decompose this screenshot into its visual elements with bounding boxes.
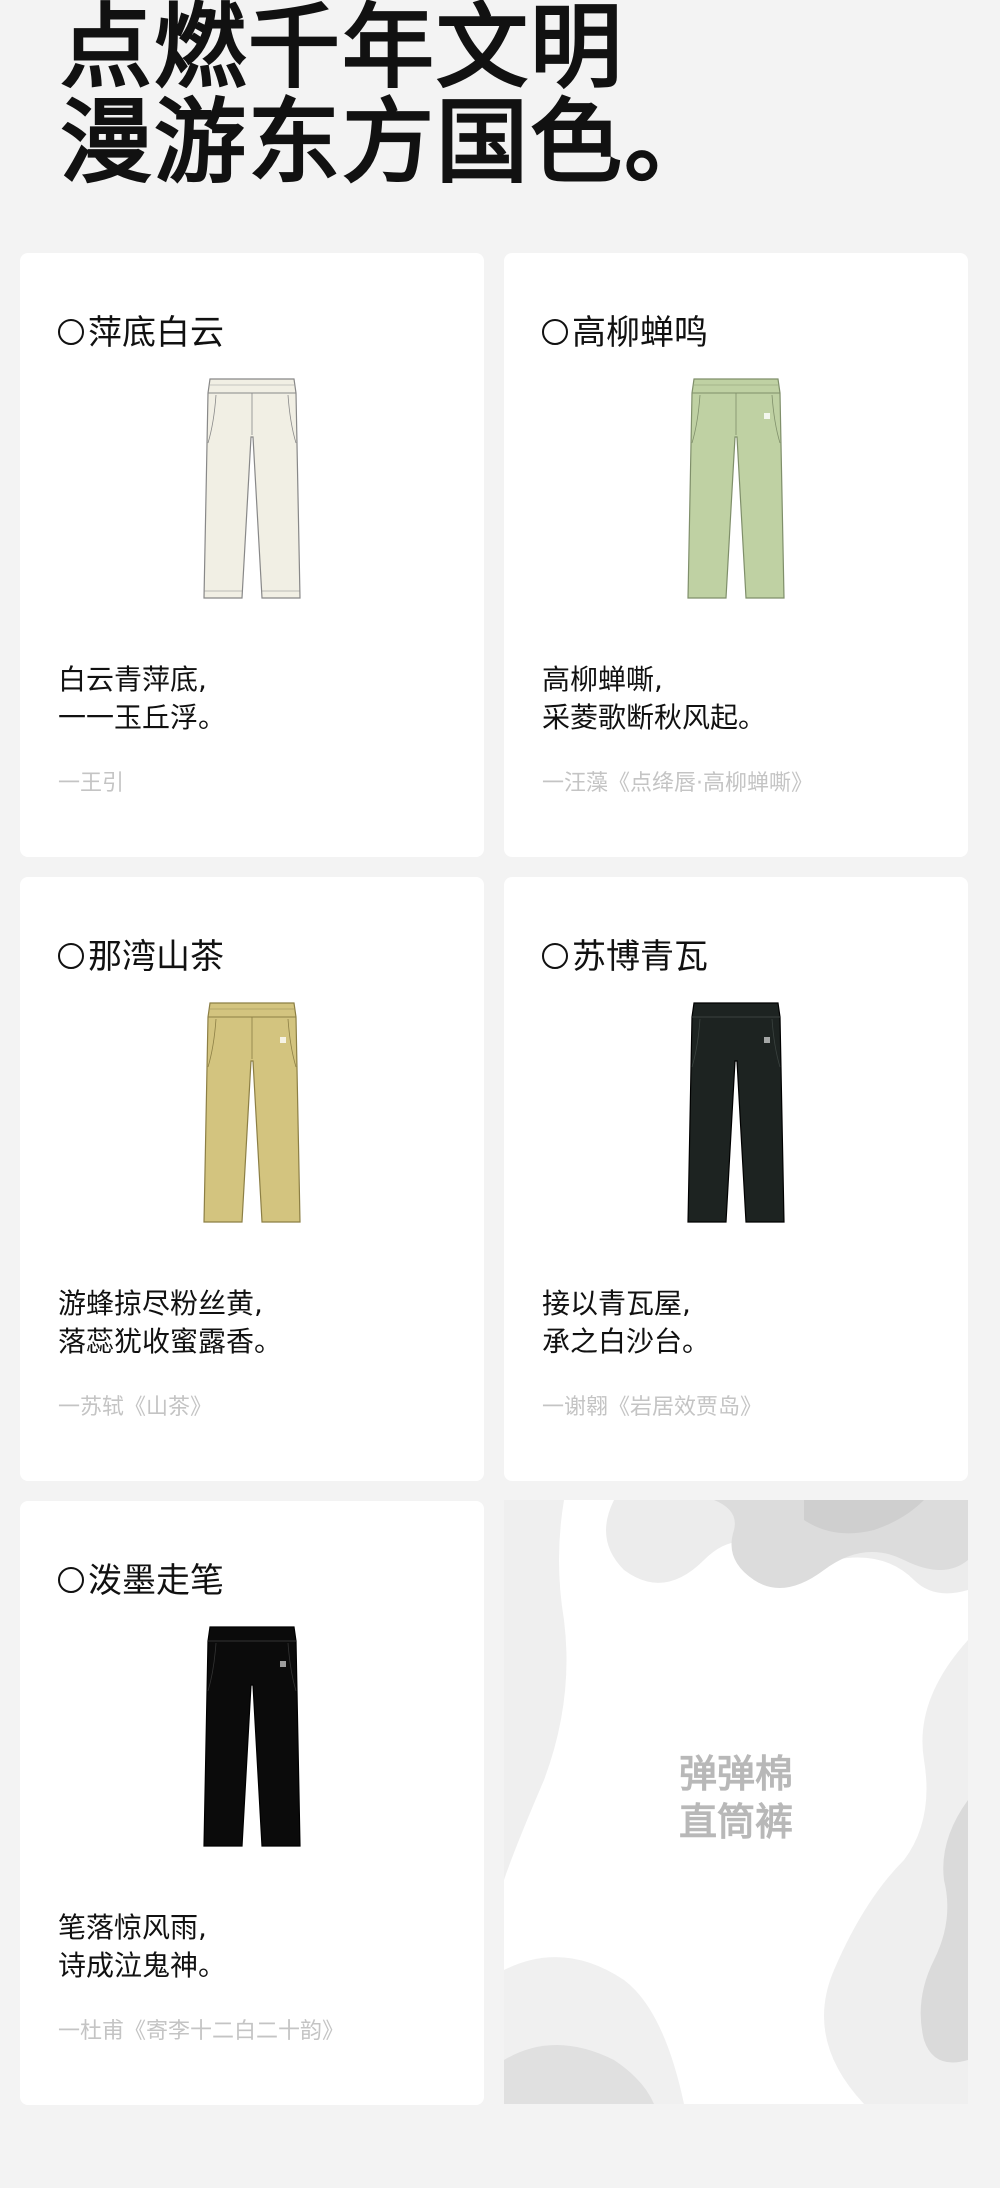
circle-icon — [58, 1566, 84, 1593]
poem-source: 一谢翱《岩居效贾岛》 — [542, 1395, 763, 1420]
card-title: 苏博青瓦 — [542, 937, 708, 977]
poem: 高柳蝉嘶, 采菱歌断秋风起。 — [542, 663, 767, 734]
pants-icon — [203, 1002, 301, 1223]
poem-source: 一苏轼《山茶》 — [58, 1395, 213, 1420]
headline-line1: 点燃千年文明 — [60, 0, 625, 101]
poem: 白云青萍底, 一一玉丘浮。 — [58, 663, 227, 734]
circle-icon — [58, 942, 84, 969]
card-title: 萍底白云 — [58, 313, 224, 353]
poem: 游蜂掠尽粉丝黄, 落蕊犹收蜜露香。 — [58, 1287, 283, 1358]
product-card-2[interactable]: 高柳蝉鸣 高柳蝉嘶, 采菱歌断秋风起。 一汪藻《点绛唇·高柳蝉嘶》 — [504, 253, 968, 857]
pants-icon — [203, 378, 301, 599]
promo-panel[interactable]: 弹弹棉 直筒裤 — [504, 1500, 968, 2104]
circle-icon — [542, 942, 568, 969]
circle-icon — [58, 318, 84, 345]
promo-title: 弹弹棉 直筒裤 — [678, 1752, 793, 1844]
poem: 笔落惊风雨, 诗成泣鬼神。 — [58, 1911, 227, 1982]
card-title: 高柳蝉鸣 — [542, 313, 708, 353]
pants-icon — [687, 1002, 785, 1223]
circle-icon — [542, 318, 568, 345]
product-card-5[interactable]: 泼墨走笔 笔落惊风雨, 诗成泣鬼神。 一杜甫《寄李十二白二十韵》 — [20, 1501, 484, 2105]
poem-source: 一杜甫《寄李十二白二十韵》 — [58, 2019, 345, 2044]
card-title: 泼墨走笔 — [58, 1561, 224, 1601]
product-card-3[interactable]: 那湾山茶 游蜂掠尽粉丝黄, 落蕊犹收蜜露香。 一苏轼《山茶》 — [20, 877, 484, 1481]
poem-source: 一汪藻《点绛唇·高柳蝉嘶》 — [542, 771, 813, 796]
card-title: 那湾山茶 — [58, 937, 224, 977]
product-card-4[interactable]: 苏博青瓦 接以青瓦屋, 承之白沙台。 一谢翱《岩居效贾岛》 — [504, 877, 968, 1481]
product-card-1[interactable]: 萍底白云 白云青萍底, 一一玉丘浮。 一王引 — [20, 253, 484, 857]
headline: 点燃千年文明 漫游东方国色。 — [60, 0, 718, 190]
poem: 接以青瓦屋, 承之白沙台。 — [542, 1287, 711, 1358]
poem-source: 一王引 — [58, 771, 125, 796]
pants-icon — [203, 1626, 301, 1847]
pants-icon — [687, 378, 785, 599]
headline-line2: 漫游东方国色。 — [60, 89, 719, 196]
